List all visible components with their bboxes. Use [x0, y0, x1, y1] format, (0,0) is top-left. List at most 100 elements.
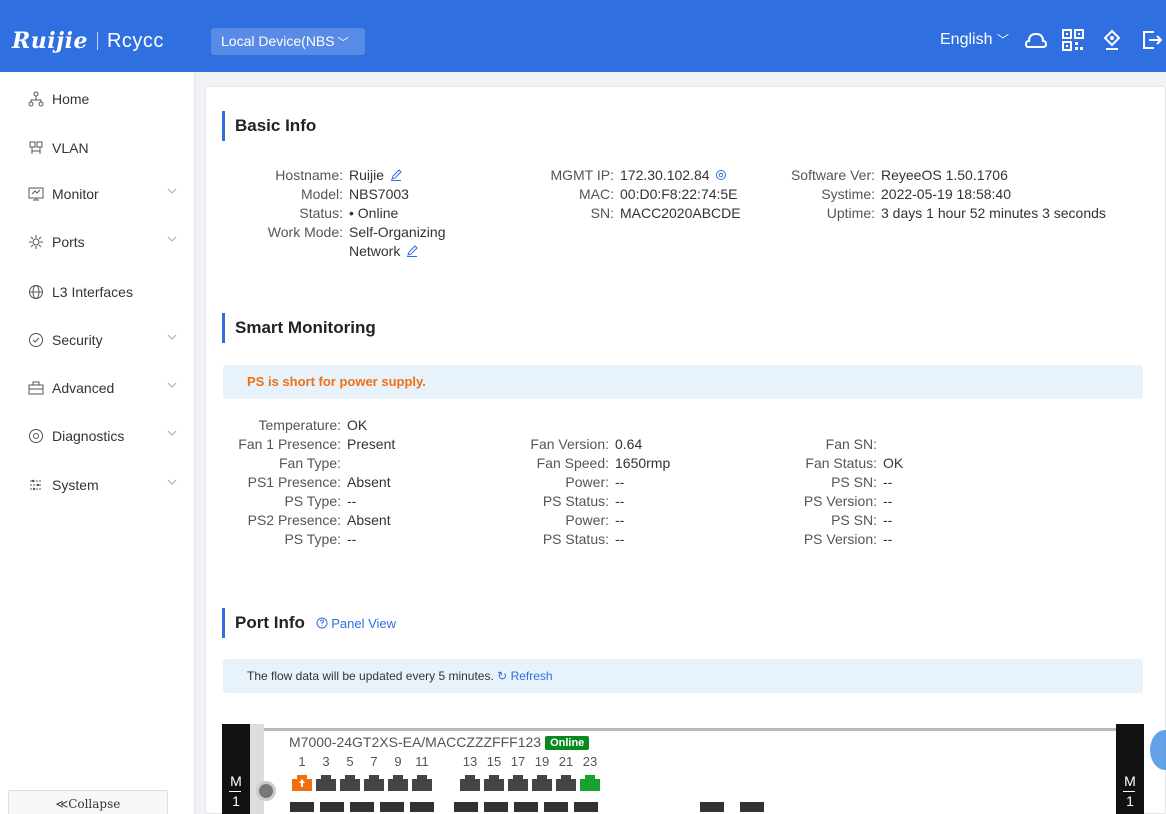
mgmt-ip-label: MGMT IP:	[550, 167, 614, 183]
language-select[interactable]: English ﹀	[940, 31, 1009, 49]
port-21[interactable]	[556, 775, 576, 791]
port-1-uplink[interactable]	[292, 775, 312, 791]
port-number: 9	[394, 754, 402, 769]
model-label: Model:	[300, 186, 343, 202]
port-19[interactable]	[532, 775, 552, 791]
port-14[interactable]	[454, 802, 478, 812]
port-number: 23	[582, 754, 598, 769]
device-model-label: M7000-24GT2XS-EA/MACCZZZFFF123 Online	[289, 734, 590, 750]
sidebar-item-vlan[interactable]: VLAN	[0, 126, 195, 170]
hostname-link[interactable]: Ruijie	[349, 167, 402, 183]
ps1-status-value: --	[615, 493, 625, 509]
ps2-sn-value: --	[883, 512, 893, 528]
basic-info-col3: Software Ver: ReyeeOS 1.50.1706 Systime: 2…	[782, 166, 1106, 223]
ps2-presence-label: PS2 Presence:	[247, 512, 341, 528]
port-16[interactable]	[484, 802, 508, 812]
port-6[interactable]	[350, 802, 374, 812]
device-select-value: Local Device(NBS	[221, 33, 335, 49]
refresh-link[interactable]: ↻ Refresh	[497, 669, 552, 683]
ps2-status-label: PS Status:	[542, 531, 609, 547]
ps1-sn-label: PS SN:	[831, 474, 877, 490]
sidebar-item-home[interactable]: Home	[0, 77, 195, 121]
sn-value: MACC2020ABCDE	[620, 205, 741, 221]
smart-col3: Fan SN: Fan Status: OK PS SN: -- PS Versio…	[781, 435, 903, 549]
port-number: 7	[370, 754, 378, 769]
edit-icon	[407, 245, 419, 257]
sidebar-item-system[interactable]: System	[0, 463, 195, 507]
module-number: 1	[232, 793, 240, 809]
collapse-button[interactable]: ≪Collapse	[8, 790, 168, 814]
systime-value: 2022-05-19 18:58:40	[881, 186, 1011, 202]
fan-version-value: 0.64	[615, 436, 643, 452]
port-8[interactable]	[380, 802, 404, 812]
port-22[interactable]	[574, 802, 598, 812]
ps1-power-value: --	[615, 474, 625, 490]
sidebar: Home VLAN Monitor Ports L3 Interfaces Se…	[0, 72, 195, 814]
fan1-presence-label: Fan 1 Presence:	[238, 436, 341, 452]
sidebar-item-monitor[interactable]: Monitor	[0, 172, 195, 216]
monitor-icon	[28, 187, 44, 201]
sidebar-item-l3-interfaces[interactable]: L3 Interfaces	[0, 270, 195, 314]
sidebar-item-diagnostics[interactable]: Diagnostics	[0, 414, 195, 458]
sfp-port-26[interactable]	[740, 802, 764, 812]
help-icon	[316, 617, 328, 629]
work-mode-link[interactable]: Self-Organizing	[349, 224, 446, 240]
port-13[interactable]	[460, 775, 480, 791]
port-4[interactable]	[320, 802, 344, 812]
mgmt-ip-link[interactable]: 172.30.102.84	[620, 167, 727, 183]
qr-code-icon[interactable]	[1061, 28, 1085, 52]
hostname-value: Ruijie	[349, 167, 385, 183]
online-badge: Online	[545, 736, 590, 750]
settings-icon	[716, 170, 727, 180]
port-15[interactable]	[484, 775, 504, 791]
port-3[interactable]	[316, 775, 336, 791]
port-9[interactable]	[388, 775, 408, 791]
port-18[interactable]	[514, 802, 538, 812]
flow-data-notice-text: The flow data will be updated every 5 mi…	[247, 669, 494, 683]
sidebar-item-ports[interactable]: Ports	[0, 220, 195, 264]
port-20[interactable]	[544, 802, 568, 812]
port-info-title: Port Info Panel View	[222, 608, 396, 638]
fan-status-value: OK	[883, 455, 904, 471]
work-mode-link-2[interactable]: Network	[349, 243, 419, 259]
model-value: NBS7003	[349, 186, 409, 202]
sidebar-item-label: Diagnostics	[52, 428, 125, 444]
temperature-value: OK	[347, 417, 368, 433]
uptime-value: 3 days 1 hour 52 minutes 3 seconds	[881, 205, 1106, 221]
port-10[interactable]	[410, 802, 434, 812]
port-11[interactable]	[412, 775, 432, 791]
port-number: 17	[510, 754, 526, 769]
sidebar-item-advanced[interactable]: Advanced	[0, 366, 195, 410]
port-23-connected[interactable]	[580, 775, 600, 791]
port-2[interactable]	[290, 802, 314, 812]
network-topology-icon[interactable]	[1100, 28, 1124, 52]
ps2-status-value: --	[615, 531, 625, 547]
hostname-label: Hostname:	[275, 167, 343, 183]
software-ver-label: Software Ver:	[790, 167, 875, 183]
panel-right-cap: M 1	[1116, 724, 1144, 814]
sidebar-item-label: Home	[52, 91, 90, 107]
ps1-presence-label: PS1 Presence:	[247, 474, 341, 490]
ps2-version-value: --	[883, 531, 893, 547]
port-number: 15	[486, 754, 502, 769]
port-7[interactable]	[364, 775, 384, 791]
fan-sn-label: Fan SN:	[825, 436, 877, 452]
ps2-power-label: Power:	[565, 512, 609, 528]
device-select[interactable]: Local Device(NBS ﹀	[211, 28, 365, 55]
logout-icon[interactable]	[1140, 28, 1164, 52]
sn-label: SN:	[590, 205, 614, 221]
sidebar-item-label: Ports	[52, 234, 85, 250]
port-17[interactable]	[508, 775, 528, 791]
advanced-icon	[28, 381, 44, 395]
chevron-down-icon	[167, 430, 177, 436]
ps2-version-label: PS Version:	[803, 531, 877, 547]
port-5[interactable]	[340, 775, 360, 791]
smart-col1: Temperature: OK Fan 1 Presence: Present Fa…	[223, 416, 395, 549]
diagnostics-icon	[29, 429, 43, 443]
language-value: English	[940, 31, 993, 48]
sidebar-item-security[interactable]: Security	[0, 318, 195, 362]
ps2-type-label: PS Type:	[284, 531, 341, 547]
panel-view-link[interactable]: Panel View	[316, 616, 396, 631]
sfp-port-25[interactable]	[700, 802, 724, 812]
cloud-icon[interactable]	[1024, 28, 1048, 52]
